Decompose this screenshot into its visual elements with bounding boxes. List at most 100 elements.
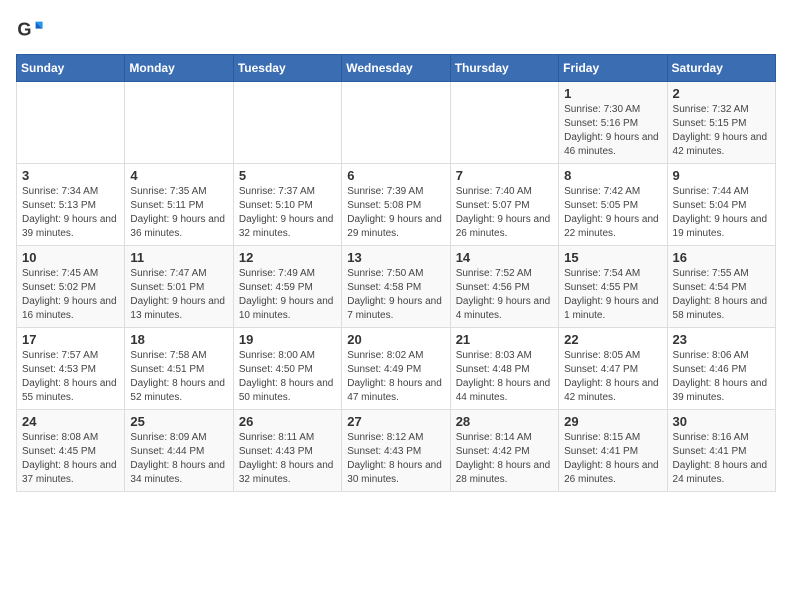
day-cell: 22 Sunrise: 8:05 AM Sunset: 4:47 PM Dayli… — [559, 328, 667, 410]
day-header-friday: Friday — [559, 55, 667, 82]
day-info: Sunrise: 8:14 AM Sunset: 4:42 PM Dayligh… — [456, 431, 553, 487]
day-number: 30 — [673, 414, 770, 429]
day-number: 2 — [673, 86, 770, 101]
day-cell: 19Sunrise: 8:00 AM Sunset: 4:50 PM Dayli… — [233, 328, 341, 410]
logo: G — [16, 16, 48, 44]
day-number: 18 — [130, 332, 227, 347]
day-cell: 7Sunrise: 7:40 AM Sunset: 5:07 PM Daylig… — [450, 164, 558, 246]
day-number: 29 — [564, 414, 661, 429]
day-number: 12 — [239, 250, 336, 265]
day-cell: 26 Sunrise: 8:11 AM Sunset: 4:43 PM Dayli… — [233, 410, 341, 492]
day-cell: 9 Sunrise: 7:44 AM Sunset: 5:04 PM Daylig… — [667, 164, 775, 246]
day-cell: 15 Sunrise: 7:54 AM Sunset: 4:55 PM Dayli… — [559, 246, 667, 328]
day-cell: 4Sunrise: 7:35 AM Sunset: 5:11 PM Daylig… — [125, 164, 233, 246]
calendar-table: SundayMondayTuesdayWednesdayThursdayFrid… — [16, 54, 776, 492]
day-cell: 28 Sunrise: 8:14 AM Sunset: 4:42 PM Dayli… — [450, 410, 558, 492]
day-info: Sunrise: 8:06 AM Sunset: 4:46 PM Dayligh… — [673, 349, 770, 405]
day-cell: 12 Sunrise: 7:49 AM Sunset: 4:59 PM Dayli… — [233, 246, 341, 328]
day-info: Sunrise: 8:11 AM Sunset: 4:43 PM Dayligh… — [239, 431, 336, 487]
day-number: 27 — [347, 414, 444, 429]
day-cell: 23 Sunrise: 8:06 AM Sunset: 4:46 PM Dayli… — [667, 328, 775, 410]
day-info: Sunrise: 8:15 AM Sunset: 4:41 PM Dayligh… — [564, 431, 661, 487]
day-info: Sunrise: 7:55 AM Sunset: 4:54 PM Dayligh… — [673, 267, 770, 323]
day-info: Sunrise: 7:50 AM Sunset: 4:58 PM Dayligh… — [347, 267, 444, 323]
day-cell — [342, 82, 450, 164]
day-info: Sunrise: 7:44 AM Sunset: 5:04 PM Dayligh… — [673, 185, 770, 241]
day-number: 17 — [22, 332, 119, 347]
week-row-2: 3Sunrise: 7:34 AM Sunset: 5:13 PM Daylig… — [17, 164, 776, 246]
day-cell: 8 Sunrise: 7:42 AM Sunset: 5:05 PM Daylig… — [559, 164, 667, 246]
day-number: 15 — [564, 250, 661, 265]
svg-text:G: G — [17, 20, 31, 40]
day-number: 19 — [239, 332, 336, 347]
day-info: Sunrise: 7:34 AM Sunset: 5:13 PM Dayligh… — [22, 185, 119, 241]
day-cell: 10 Sunrise: 7:45 AM Sunset: 5:02 PM Dayli… — [17, 246, 125, 328]
day-number: 16 — [673, 250, 770, 265]
day-info: Sunrise: 7:49 AM Sunset: 4:59 PM Dayligh… — [239, 267, 336, 323]
day-number: 5 — [239, 168, 336, 183]
day-number: 23 — [673, 332, 770, 347]
day-cell: 5 Sunrise: 7:37 AM Sunset: 5:10 PM Daylig… — [233, 164, 341, 246]
day-info: Sunrise: 8:16 AM Sunset: 4:41 PM Dayligh… — [673, 431, 770, 487]
day-cell: 17 Sunrise: 7:57 AM Sunset: 4:53 PM Dayli… — [17, 328, 125, 410]
day-info: Sunrise: 8:05 AM Sunset: 4:47 PM Dayligh… — [564, 349, 661, 405]
day-cell — [450, 82, 558, 164]
day-info: Sunrise: 7:32 AM Sunset: 5:15 PM Dayligh… — [673, 103, 770, 159]
day-number: 4 — [130, 168, 227, 183]
day-number: 13 — [347, 250, 444, 265]
day-cell — [125, 82, 233, 164]
day-info: Sunrise: 7:39 AM Sunset: 5:08 PM Dayligh… — [347, 185, 444, 241]
day-info: Sunrise: 7:40 AM Sunset: 5:07 PM Dayligh… — [456, 185, 553, 241]
calendar-header: SundayMondayTuesdayWednesdayThursdayFrid… — [17, 55, 776, 82]
day-number: 14 — [456, 250, 553, 265]
day-number: 25 — [130, 414, 227, 429]
day-header-saturday: Saturday — [667, 55, 775, 82]
week-row-4: 17 Sunrise: 7:57 AM Sunset: 4:53 PM Dayli… — [17, 328, 776, 410]
week-row-1: 1 Sunrise: 7:30 AM Sunset: 5:16 PM Daylig… — [17, 82, 776, 164]
day-number: 21 — [456, 332, 553, 347]
day-info: Sunrise: 7:37 AM Sunset: 5:10 PM Dayligh… — [239, 185, 336, 241]
day-number: 28 — [456, 414, 553, 429]
day-number: 26 — [239, 414, 336, 429]
day-header-tuesday: Tuesday — [233, 55, 341, 82]
day-cell: 14Sunrise: 7:52 AM Sunset: 4:56 PM Dayli… — [450, 246, 558, 328]
day-cell: 1 Sunrise: 7:30 AM Sunset: 5:16 PM Daylig… — [559, 82, 667, 164]
day-cell: 30 Sunrise: 8:16 AM Sunset: 4:41 PM Dayli… — [667, 410, 775, 492]
day-header-monday: Monday — [125, 55, 233, 82]
day-number: 11 — [130, 250, 227, 265]
day-info: Sunrise: 7:54 AM Sunset: 4:55 PM Dayligh… — [564, 267, 661, 323]
day-info: Sunrise: 8:12 AM Sunset: 4:43 PM Dayligh… — [347, 431, 444, 487]
day-header-thursday: Thursday — [450, 55, 558, 82]
week-row-3: 10 Sunrise: 7:45 AM Sunset: 5:02 PM Dayli… — [17, 246, 776, 328]
day-cell: 24 Sunrise: 8:08 AM Sunset: 4:45 PM Dayli… — [17, 410, 125, 492]
day-number: 24 — [22, 414, 119, 429]
day-info: Sunrise: 8:02 AM Sunset: 4:49 PM Dayligh… — [347, 349, 444, 405]
day-cell: 25 Sunrise: 8:09 AM Sunset: 4:44 PM Dayli… — [125, 410, 233, 492]
day-cell: 11 Sunrise: 7:47 AM Sunset: 5:01 PM Dayli… — [125, 246, 233, 328]
day-number: 22 — [564, 332, 661, 347]
day-cell: 29 Sunrise: 8:15 AM Sunset: 4:41 PM Dayli… — [559, 410, 667, 492]
week-row-5: 24 Sunrise: 8:08 AM Sunset: 4:45 PM Dayli… — [17, 410, 776, 492]
day-info: Sunrise: 8:08 AM Sunset: 4:45 PM Dayligh… — [22, 431, 119, 487]
day-info: Sunrise: 7:57 AM Sunset: 4:53 PM Dayligh… — [22, 349, 119, 405]
calendar-body: 1 Sunrise: 7:30 AM Sunset: 5:16 PM Daylig… — [17, 82, 776, 492]
day-info: Sunrise: 7:30 AM Sunset: 5:16 PM Dayligh… — [564, 103, 661, 159]
day-header-wednesday: Wednesday — [342, 55, 450, 82]
day-number: 1 — [564, 86, 661, 101]
logo-icon: G — [16, 16, 44, 44]
page-header: G — [16, 16, 776, 44]
day-number: 8 — [564, 168, 661, 183]
day-info: Sunrise: 7:58 AM Sunset: 4:51 PM Dayligh… — [130, 349, 227, 405]
day-info: Sunrise: 8:09 AM Sunset: 4:44 PM Dayligh… — [130, 431, 227, 487]
day-cell: 16 Sunrise: 7:55 AM Sunset: 4:54 PM Dayli… — [667, 246, 775, 328]
day-info: Sunrise: 7:42 AM Sunset: 5:05 PM Dayligh… — [564, 185, 661, 241]
day-cell: 13 Sunrise: 7:50 AM Sunset: 4:58 PM Dayli… — [342, 246, 450, 328]
day-info: Sunrise: 7:45 AM Sunset: 5:02 PM Dayligh… — [22, 267, 119, 323]
day-cell — [17, 82, 125, 164]
day-number: 10 — [22, 250, 119, 265]
day-info: Sunrise: 7:47 AM Sunset: 5:01 PM Dayligh… — [130, 267, 227, 323]
day-info: Sunrise: 8:03 AM Sunset: 4:48 PM Dayligh… — [456, 349, 553, 405]
day-number: 9 — [673, 168, 770, 183]
day-cell: 20Sunrise: 8:02 AM Sunset: 4:49 PM Dayli… — [342, 328, 450, 410]
day-cell: 18 Sunrise: 7:58 AM Sunset: 4:51 PM Dayli… — [125, 328, 233, 410]
